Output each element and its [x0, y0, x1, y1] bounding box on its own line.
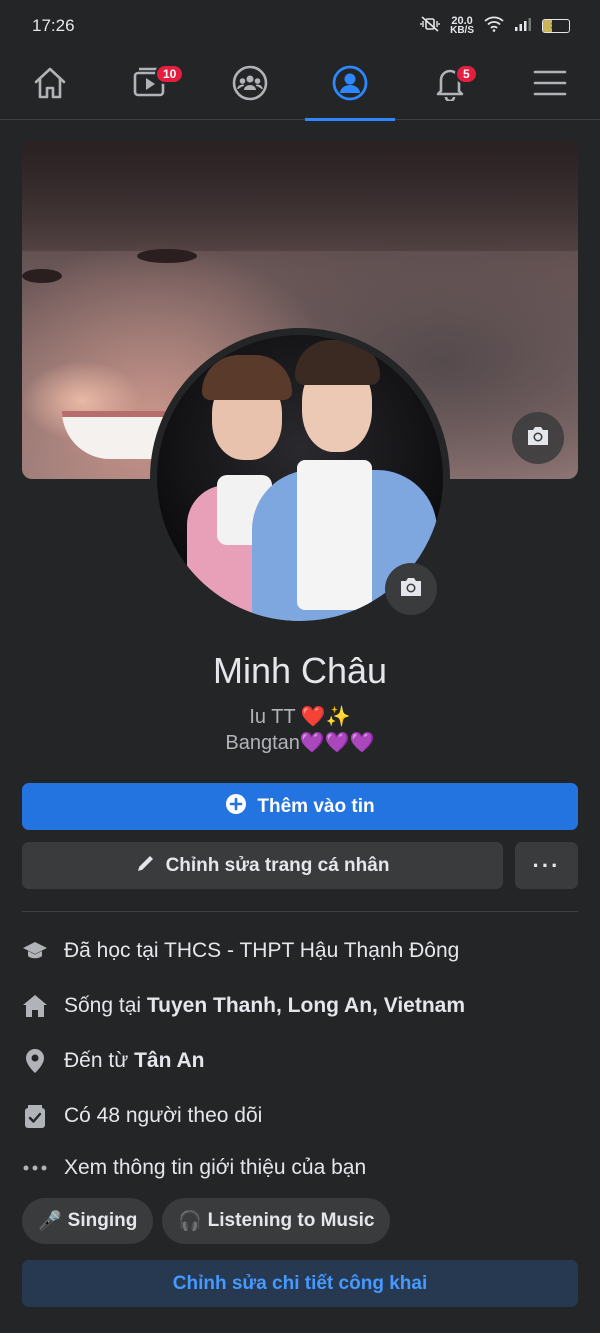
signal-icon: [514, 16, 532, 36]
nav-groups[interactable]: [205, 52, 295, 120]
avatar-person-left-hair: [202, 355, 292, 400]
watch-badge: 10: [155, 63, 185, 84]
battery-icon: 34: [542, 19, 570, 33]
status-time: 17:26: [32, 16, 75, 35]
wifi-icon: [484, 16, 504, 37]
microphone-icon: 🎤: [38, 1211, 62, 1232]
nav-profile[interactable]: [305, 52, 395, 121]
nav-menu[interactable]: [505, 52, 595, 120]
nav-home[interactable]: [5, 52, 95, 120]
location-pin-icon: [22, 1048, 48, 1074]
intro-from-prefix: Đến từ: [64, 1049, 135, 1072]
cover-photo-camera-button[interactable]: [512, 412, 564, 464]
intro-lives-in: Sống tại Tuyen Thanh, Long An, Vietnam: [22, 993, 578, 1019]
home-icon: [22, 993, 48, 1019]
profile-icon: [332, 65, 368, 106]
status-icons: 20.0 KB/S 34: [420, 16, 570, 37]
cover-photo-eye-right: [137, 249, 197, 263]
more-options-label: ···: [532, 852, 561, 878]
battery-level: 34: [550, 21, 561, 31]
edit-profile-label: Chỉnh sửa trang cá nhân: [165, 854, 390, 876]
ellipsis-icon: [22, 1155, 48, 1181]
hamburger-menu-icon: [533, 69, 567, 102]
top-navigation: 10 5: [0, 52, 600, 121]
add-to-story-button[interactable]: Thêm vào tin: [22, 783, 578, 830]
more-options-button[interactable]: ···: [515, 842, 578, 889]
add-to-story-label: Thêm vào tin: [257, 795, 375, 817]
profile-bio-line-2: Bangtan💜💜💜: [225, 732, 375, 754]
hobby-chip-singing[interactable]: 🎤 Singing: [22, 1198, 154, 1244]
home-icon: [32, 66, 68, 105]
camera-icon: [398, 576, 424, 603]
nav-watch[interactable]: 10: [105, 52, 195, 120]
intro-from: Đến từ Tân An: [22, 1048, 578, 1074]
followers-icon: [22, 1103, 48, 1129]
graduation-cap-icon: [22, 938, 48, 964]
edit-public-details-button[interactable]: Chỉnh sửa chi tiết công khai: [22, 1260, 578, 1307]
intro-see-about-text: Xem thông tin giới thiệu của bạn: [64, 1156, 367, 1179]
headphones-icon: 🎧: [178, 1211, 202, 1232]
hobby-chip-listening-to-music[interactable]: 🎧 Listening to Music: [162, 1198, 391, 1244]
profile-picture-camera-button[interactable]: [385, 563, 437, 615]
profile-name: Minh Châu: [212, 650, 388, 691]
hobby-label: Singing: [67, 1210, 138, 1231]
profile-bio-line-1: Iu TT ❤️✨: [249, 706, 351, 728]
intro-lives-in-prefix: Sống tại: [64, 994, 147, 1017]
plus-circle-icon: [225, 793, 247, 821]
divider: [22, 911, 578, 912]
cover-photo-hair: [22, 141, 578, 251]
edit-profile-button[interactable]: Chỉnh sửa trang cá nhân: [22, 842, 503, 889]
network-speed: 20.0 KB/S: [450, 16, 474, 36]
hobby-label: Listening to Music: [207, 1210, 375, 1231]
intro-followers[interactable]: Có 48 người theo dõi: [22, 1103, 578, 1129]
mute-vibrate-icon: [420, 15, 440, 37]
net-speed-unit: KB/S: [450, 25, 474, 36]
pencil-icon: [136, 853, 156, 879]
edit-public-details-label: Chỉnh sửa chi tiết công khai: [172, 1272, 428, 1294]
notifications-badge: 5: [455, 63, 478, 84]
intro-education-text: Đã học tại THCS - THPT Hậu Thạnh Đông: [64, 939, 460, 962]
camera-icon: [525, 425, 551, 452]
avatar-person-right-hair: [295, 340, 380, 385]
status-bar: 17:26 20.0 KB/S 34: [0, 0, 600, 52]
cover-photo-eye-left: [22, 269, 62, 283]
intro-see-about[interactable]: Xem thông tin giới thiệu của bạn: [22, 1155, 578, 1181]
intro-followers-text: Có 48 người theo dõi: [64, 1104, 263, 1127]
groups-icon: [232, 65, 268, 106]
avatar-person-right-shirt: [297, 460, 372, 610]
intro-lives-in-place[interactable]: Tuyen Thanh, Long An, Vietnam: [147, 994, 465, 1018]
intro-education: Đã học tại THCS - THPT Hậu Thạnh Đông: [22, 938, 578, 964]
intro-from-place[interactable]: Tân An: [134, 1049, 204, 1073]
nav-notifications[interactable]: 5: [405, 52, 495, 120]
